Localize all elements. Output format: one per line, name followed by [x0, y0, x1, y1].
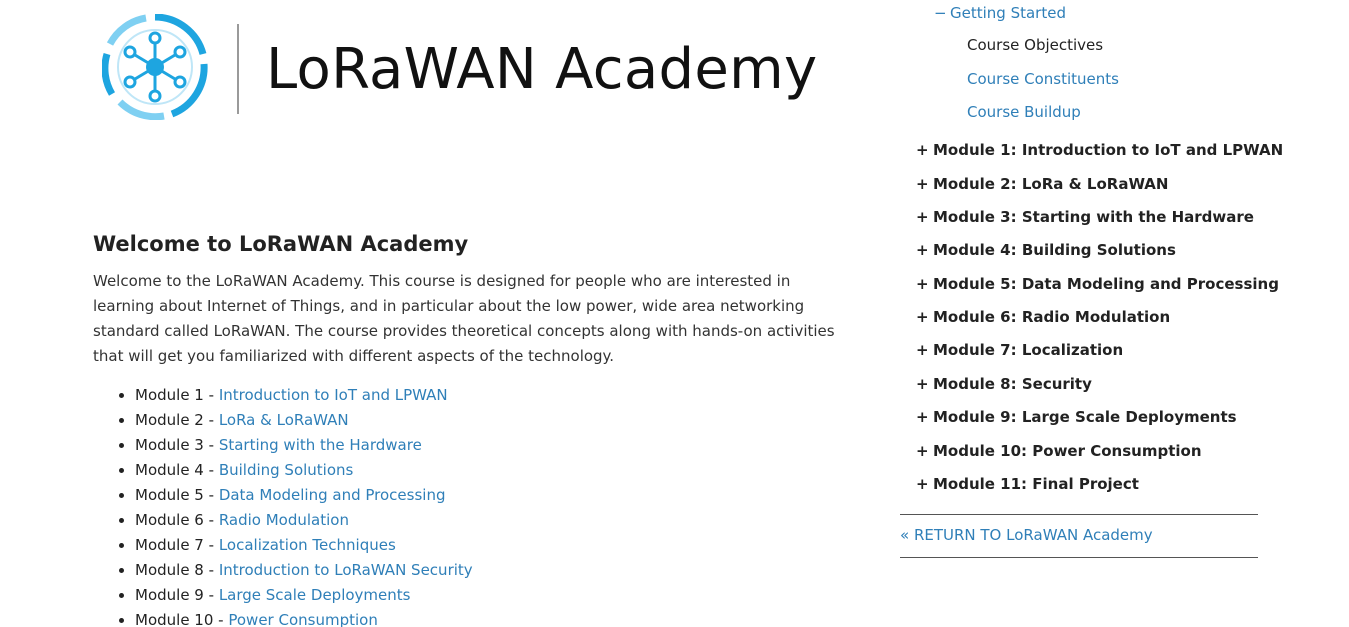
module-link[interactable]: Radio Modulation	[219, 511, 349, 529]
sidebar-item-label: Module 9: Large Scale Deployments	[933, 408, 1237, 426]
main-content: Welcome to LoRaWAN Academy Welcome to th…	[93, 229, 853, 627]
expand-icon[interactable]: +	[916, 440, 933, 462]
sidebar-item-label: Module 1: Introduction to IoT and LPWAN	[933, 141, 1284, 159]
list-item: Module 9 - Large Scale Deployments	[135, 583, 853, 608]
module-list: Module 1 - Introduction to IoT and LPWAN…	[93, 383, 853, 627]
divider	[900, 557, 1258, 558]
list-item: Module 4 - Building Solutions	[135, 458, 853, 483]
sidebar-item-label: Module 11: Final Project	[933, 475, 1139, 493]
expand-icon[interactable]: +	[916, 406, 933, 428]
page: LoRaWAN Academy Welcome to LoRaWAN Acade…	[0, 0, 1349, 627]
intro-paragraph: Welcome to the LoRaWAN Academy. This cou…	[93, 272, 835, 365]
list-item: Module 7 - Localization Techniques	[135, 533, 853, 558]
module-prefix: Module 10 -	[135, 611, 229, 627]
expand-icon[interactable]: +	[916, 373, 933, 395]
sidebar-item-label: Module 3: Starting with the Hardware	[933, 208, 1254, 226]
sidebar-item-module-11[interactable]: + Module 11: Final Project	[916, 473, 1139, 495]
module-prefix: Module 6 -	[135, 511, 219, 529]
module-link[interactable]: Power Consumption	[228, 611, 377, 627]
sidebar-item-module-3[interactable]: + Module 3: Starting with the Hardware	[916, 206, 1254, 228]
expand-icon[interactable]: +	[916, 473, 933, 495]
list-item: Module 5 - Data Modeling and Processing	[135, 483, 853, 508]
module-prefix: Module 3 -	[135, 436, 219, 454]
module-prefix: Module 9 -	[135, 586, 219, 604]
module-link[interactable]: Introduction to LoRaWAN Security	[219, 561, 473, 579]
list-item: Module 8 - Introduction to LoRaWAN Secur…	[135, 558, 853, 583]
expand-icon[interactable]: +	[916, 306, 933, 328]
return-link[interactable]: « RETURN TO LoRaWAN Academy	[900, 524, 1153, 546]
sidebar-subitem-course-objectives[interactable]: Course Objectives	[967, 34, 1103, 56]
expand-icon[interactable]: +	[916, 273, 933, 295]
sidebar-item-module-4[interactable]: + Module 4: Building Solutions	[916, 239, 1176, 261]
expand-icon[interactable]: +	[916, 339, 933, 361]
sidebar-item-module-5[interactable]: + Module 5: Data Modeling and Processing	[916, 273, 1279, 295]
logo-text: LoRaWAN Academy	[266, 37, 818, 102]
sidebar-subitem-course-constituents[interactable]: Course Constituents	[967, 68, 1119, 90]
sidebar-item-label: Module 5: Data Modeling and Processing	[933, 275, 1279, 293]
sidebar-item-module-10[interactable]: + Module 10: Power Consumption	[916, 440, 1202, 462]
module-prefix: Module 2 -	[135, 411, 219, 429]
page-title: Welcome to LoRaWAN Academy	[93, 232, 469, 256]
module-link[interactable]: Starting with the Hardware	[219, 436, 422, 454]
sidebar-item-label: Getting Started	[950, 4, 1066, 22]
module-prefix: Module 8 -	[135, 561, 219, 579]
module-prefix: Module 1 -	[135, 386, 219, 404]
list-item: Module 6 - Radio Modulation	[135, 508, 853, 533]
sidebar-item-label: Module 4: Building Solutions	[933, 241, 1176, 259]
module-prefix: Module 7 -	[135, 536, 219, 554]
expand-icon[interactable]: +	[916, 139, 933, 161]
network-hub-icon	[102, 14, 208, 120]
module-link[interactable]: Building Solutions	[219, 461, 354, 479]
expand-icon[interactable]: +	[916, 239, 933, 261]
sidebar-item-getting-started[interactable]: − Getting Started	[934, 2, 1066, 24]
module-prefix: Module 5 -	[135, 486, 219, 504]
sidebar-item-label: Module 6: Radio Modulation	[933, 308, 1171, 326]
module-link[interactable]: Data Modeling and Processing	[219, 486, 446, 504]
expand-icon[interactable]: +	[916, 206, 933, 228]
module-link[interactable]: Localization Techniques	[219, 536, 396, 554]
list-item: Module 3 - Starting with the Hardware	[135, 433, 853, 458]
sidebar-item-module-8[interactable]: + Module 8: Security	[916, 373, 1092, 395]
sidebar-item-module-6[interactable]: + Module 6: Radio Modulation	[916, 306, 1170, 328]
sidebar-item-module-1[interactable]: + Module 1: Introduction to IoT and LPWAN	[916, 139, 1283, 161]
sidebar-item-label: Module 7: Localization	[933, 341, 1124, 359]
list-item: Module 1 - Introduction to IoT and LPWAN	[135, 383, 853, 408]
sidebar-item-module-7[interactable]: + Module 7: Localization	[916, 339, 1123, 361]
module-prefix: Module 4 -	[135, 461, 219, 479]
sidebar-item-label: Module 8: Security	[933, 375, 1092, 393]
list-item: Module 10 - Power Consumption	[135, 608, 853, 627]
sidebar-item-module-9[interactable]: + Module 9: Large Scale Deployments	[916, 406, 1237, 428]
sidebar-item-label: Module 2: LoRa & LoRaWAN	[933, 175, 1169, 193]
divider	[900, 514, 1258, 515]
expand-icon[interactable]: +	[916, 173, 933, 195]
collapse-icon[interactable]: −	[934, 2, 950, 24]
module-link[interactable]: Large Scale Deployments	[219, 586, 411, 604]
sidebar-subitem-course-buildup[interactable]: Course Buildup	[967, 101, 1081, 123]
sidebar-item-module-2[interactable]: + Module 2: LoRa & LoRaWAN	[916, 173, 1168, 195]
module-link[interactable]: Introduction to IoT and LPWAN	[219, 386, 448, 404]
site-logo[interactable]: LoRaWAN Academy	[100, 12, 860, 120]
sidebar-item-label: Module 10: Power Consumption	[933, 442, 1202, 460]
list-item: Module 2 - LoRa & LoRaWAN	[135, 408, 853, 433]
logo-divider	[237, 24, 239, 114]
module-link[interactable]: LoRa & LoRaWAN	[219, 411, 349, 429]
